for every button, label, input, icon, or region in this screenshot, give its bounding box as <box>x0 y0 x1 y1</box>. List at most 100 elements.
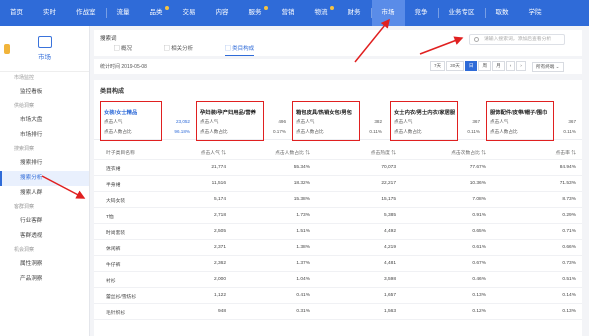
table-cell: 2,371 <box>213 245 226 250</box>
table-cell: 7.08% <box>472 197 486 202</box>
table-cell: 3,598 <box>383 277 396 282</box>
main-area: 搜索词 ▢ 概况 ▢ 相关分析 ▢ 类目构成 请输入搜索词，添加后查看分析 统计时间… <box>94 26 589 336</box>
sidebar-item[interactable]: 搜索分析 <box>0 171 89 186</box>
table-cell: 0.12% <box>472 309 486 314</box>
search-input[interactable]: 请输入搜索词，添加后查看分析 <box>469 34 565 45</box>
sidebar-item[interactable]: 市场大盘 <box>0 113 89 128</box>
search-icon <box>474 37 479 42</box>
sidebar-group-title: 市场监控 <box>14 75 35 81</box>
nav-item-13[interactable]: 业务专区 <box>439 0 485 26</box>
table-row[interactable]: 牛仔裤 2,362 1.37% 4,481 0.67% 0.73% <box>94 256 582 272</box>
nav-item-3[interactable]: 流量 <box>107 0 140 26</box>
nav-item-2[interactable]: 作战室 <box>66 0 106 26</box>
sidebar-item[interactable]: 属性洞察 <box>0 257 89 272</box>
table-cell: 衬衫 <box>106 279 116 284</box>
sidebar-item[interactable]: 客群透视 <box>0 229 89 244</box>
nav-item-14[interactable]: 取数 <box>486 0 519 26</box>
nav-item-12[interactable]: 竞争 <box>405 0 438 26</box>
nav-item-11[interactable]: 市场 <box>371 0 405 26</box>
table-cell: 连衣裙 <box>106 167 121 172</box>
sidebar-item[interactable]: 市场排行 <box>0 128 89 143</box>
table-cell: 70,073 <box>381 165 396 170</box>
table-cell: 0.51% <box>562 277 576 282</box>
table-row[interactable]: 时尚套装 2,505 1.51% 4,492 0.65% 0.71% <box>94 224 582 240</box>
table-cell: 0.46% <box>472 277 486 282</box>
period-button[interactable]: ‹ <box>505 61 516 71</box>
table-cell: 2,718 <box>213 213 226 218</box>
table-cell: 毛针织衫 <box>106 311 126 316</box>
tab-0[interactable]: ▢ 概况 <box>114 44 132 56</box>
nav-item-5[interactable]: 交易 <box>173 0 206 26</box>
tab-label: 类目构成 <box>232 46 255 52</box>
table-row[interactable]: 休闲裤 2,371 1.38% 4,219 0.61% 0.66% <box>94 240 582 256</box>
sidebar-group-title: 客群洞察 <box>14 204 35 210</box>
stat-time: 统计时间 2019-05-08 <box>100 64 147 70</box>
tab-label: 相关分析 <box>171 46 194 52</box>
nav-item-6[interactable]: 内容 <box>206 0 239 26</box>
search-placeholder: 请输入搜索词，添加后查看分析 <box>484 37 552 42</box>
period-button[interactable]: 日 <box>464 61 478 71</box>
table-cell: 5,174 <box>213 197 226 202</box>
nav-item-7[interactable]: 服务 <box>239 0 272 26</box>
table-cell: 15,175 <box>381 197 396 202</box>
category-table: 叶子类目名称 点击人气 ⇅ 点击人数占比 ⇅ 点击热度 ⇅ 点击次数占比 ⇅ 点击率 ⇅ 连… <box>94 144 582 320</box>
table-cell: 1.51% <box>296 229 310 234</box>
column-header[interactable]: 点击率 ⇅ <box>555 149 576 156</box>
nav-item-0[interactable]: 首页 <box>0 0 33 26</box>
table-cell: 时尚套装 <box>106 231 126 236</box>
column-header[interactable]: 点击人数占比 ⇅ <box>275 149 310 156</box>
nav-item-15[interactable]: 学院 <box>519 0 552 26</box>
nav-item-label: 业务专区 <box>448 9 475 16</box>
table-row[interactable]: 衬衫 2,000 1.04% 3,598 0.46% 0.51% <box>94 272 582 288</box>
new-dot-icon <box>164 6 169 10</box>
tab-1[interactable]: ▢ 相关分析 <box>164 44 193 56</box>
table-cell: 1,563 <box>383 309 396 314</box>
header-tabs: ▢ 概况 ▢ 相关分析 ▢ 类目构成 <box>114 44 255 56</box>
sidebar-item[interactable]: 监控看板 <box>0 85 89 100</box>
table-row[interactable]: 半身裙 11,516 18.32% 22,217 10.36% 71.53% <box>94 176 582 192</box>
table-row[interactable]: 蕾丝衫/雪纺衫 1,122 0.41% 1,657 0.13% 0.14% <box>94 288 582 304</box>
sidebar-item[interactable]: 产品洞察 <box>0 272 89 287</box>
table-cell: 1,122 <box>213 293 226 298</box>
sidebar-item[interactable]: 搜索排行 <box>0 156 89 171</box>
sidebar-item[interactable]: 搜索人群 <box>0 186 89 201</box>
annotation-highlight-box <box>100 101 162 141</box>
table-cell: 0.71% <box>562 229 576 234</box>
period-button[interactable]: 7天 <box>430 61 446 71</box>
nav-item-4[interactable]: 品类 <box>140 0 173 26</box>
nav-item-label: 内容 <box>215 9 229 16</box>
nav-item-10[interactable]: 财务 <box>338 0 371 26</box>
period-button[interactable]: 月 <box>492 61 505 71</box>
sidebar-item[interactable]: 行业客群 <box>0 214 89 229</box>
table-row[interactable]: 大码女装 5,174 15.38% 15,175 7.08% 8.73% <box>94 192 582 208</box>
stat-bar: 统计时间 2019-05-08 7天 30天日周月 ‹ › 所有终端 ⌄ <box>94 59 582 74</box>
table-row[interactable]: 毛针织衫 948 0.31% 1,563 0.12% 0.13% <box>94 304 582 320</box>
annotation-highlight-box <box>486 101 554 141</box>
period-button[interactable]: 30天 <box>446 61 464 71</box>
nav-item-9[interactable]: 物流 <box>305 0 338 26</box>
terminal-select[interactable]: 所有终端 ⌄ <box>532 62 564 72</box>
market-icon <box>37 36 52 48</box>
table-cell: 4,219 <box>383 245 396 250</box>
table-cell: 948 <box>217 309 226 314</box>
column-header[interactable]: 点击次数占比 ⇅ <box>451 149 486 156</box>
tab-2[interactable]: ▢ 类目构成 <box>225 44 255 56</box>
table-cell: T恤 <box>106 215 114 220</box>
column-header[interactable]: 点击热度 ⇅ <box>371 149 396 156</box>
table-cell: 0.14% <box>562 293 576 298</box>
nav-item-1[interactable]: 实时 <box>33 0 66 26</box>
table-cell: 半身裙 <box>106 183 121 188</box>
table-row[interactable]: 连衣裙 21,774 55.34% 70,073 77.67% 84.94% <box>94 160 582 176</box>
table-row[interactable]: T恤 2,718 1.73% 5,385 0.91% 0.29% <box>94 208 582 224</box>
nav-item-8[interactable]: 营销 <box>272 0 305 26</box>
table-cell: 休闲裤 <box>106 247 121 252</box>
column-header[interactable]: 点击人气 ⇅ <box>201 149 226 156</box>
table-cell: 22,217 <box>381 181 396 186</box>
nav-item-label: 物流 <box>314 9 328 16</box>
period-button[interactable]: › <box>516 61 526 71</box>
period-button[interactable]: 周 <box>478 61 492 71</box>
nav-item-label: 实时 <box>43 9 56 16</box>
table-cell: 5,385 <box>383 213 396 218</box>
tab-label: 概况 <box>121 46 133 52</box>
nav-item-label: 作战室 <box>76 9 96 16</box>
